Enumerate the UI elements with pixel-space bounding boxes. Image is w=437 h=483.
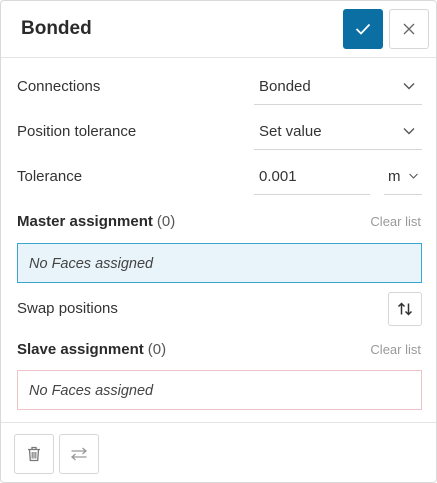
slave-clear-list-link[interactable]: Clear list xyxy=(370,342,421,357)
connections-label: Connections xyxy=(17,78,101,95)
confirm-button[interactable] xyxy=(343,9,383,49)
panel-title: Bonded xyxy=(21,18,92,39)
swap-positions-label: Swap positions xyxy=(17,300,118,317)
slave-assignment-count: (0) xyxy=(147,341,167,358)
master-clear-list-link[interactable]: Clear list xyxy=(370,214,421,229)
panel-footer xyxy=(1,422,436,482)
close-icon xyxy=(403,23,415,35)
master-assignment-label: Master assignment xyxy=(17,213,153,230)
bonded-contact-panel: Bonded Connections Bonded Position toler… xyxy=(0,0,437,483)
check-icon xyxy=(355,23,371,35)
close-button[interactable] xyxy=(389,9,429,49)
tolerance-unit-select[interactable]: m xyxy=(384,159,422,195)
position-tolerance-select[interactable]: Set value xyxy=(254,114,422,150)
tolerance-value: 0.001 xyxy=(259,168,297,185)
panel-header: Bonded xyxy=(1,1,436,58)
master-assignment-count: (0) xyxy=(156,213,176,230)
slave-assignment-box[interactable]: No Faces assigned xyxy=(17,370,422,410)
master-assignment-title: Master assignment (0) xyxy=(17,213,175,230)
slave-assignment-title: Slave assignment (0) xyxy=(17,341,166,358)
position-tolerance-value: Set value xyxy=(259,123,322,140)
delete-button[interactable] xyxy=(14,434,54,474)
master-assignment-box[interactable]: No Faces assigned xyxy=(17,243,422,283)
swap-vertical-icon xyxy=(397,302,413,316)
chevron-down-icon xyxy=(403,83,415,90)
chevron-down-icon xyxy=(403,128,415,135)
trash-icon xyxy=(28,446,40,462)
swap-positions-button[interactable] xyxy=(388,292,422,326)
tolerance-label: Tolerance xyxy=(17,168,83,185)
slave-assignment-label: Slave assignment xyxy=(17,341,144,358)
connections-select[interactable]: Bonded xyxy=(254,69,422,105)
position-tolerance-label: Position tolerance xyxy=(17,123,137,140)
chevron-down-icon xyxy=(409,173,418,179)
connections-value: Bonded xyxy=(259,78,311,95)
slave-empty-text: No Faces assigned xyxy=(29,383,154,399)
swap-horizontal-icon xyxy=(71,447,87,461)
tolerance-input[interactable]: 0.001 xyxy=(254,159,370,195)
tolerance-unit: m xyxy=(388,168,401,185)
swap-assignments-button[interactable] xyxy=(59,434,99,474)
master-empty-text: No Faces assigned xyxy=(29,256,154,272)
